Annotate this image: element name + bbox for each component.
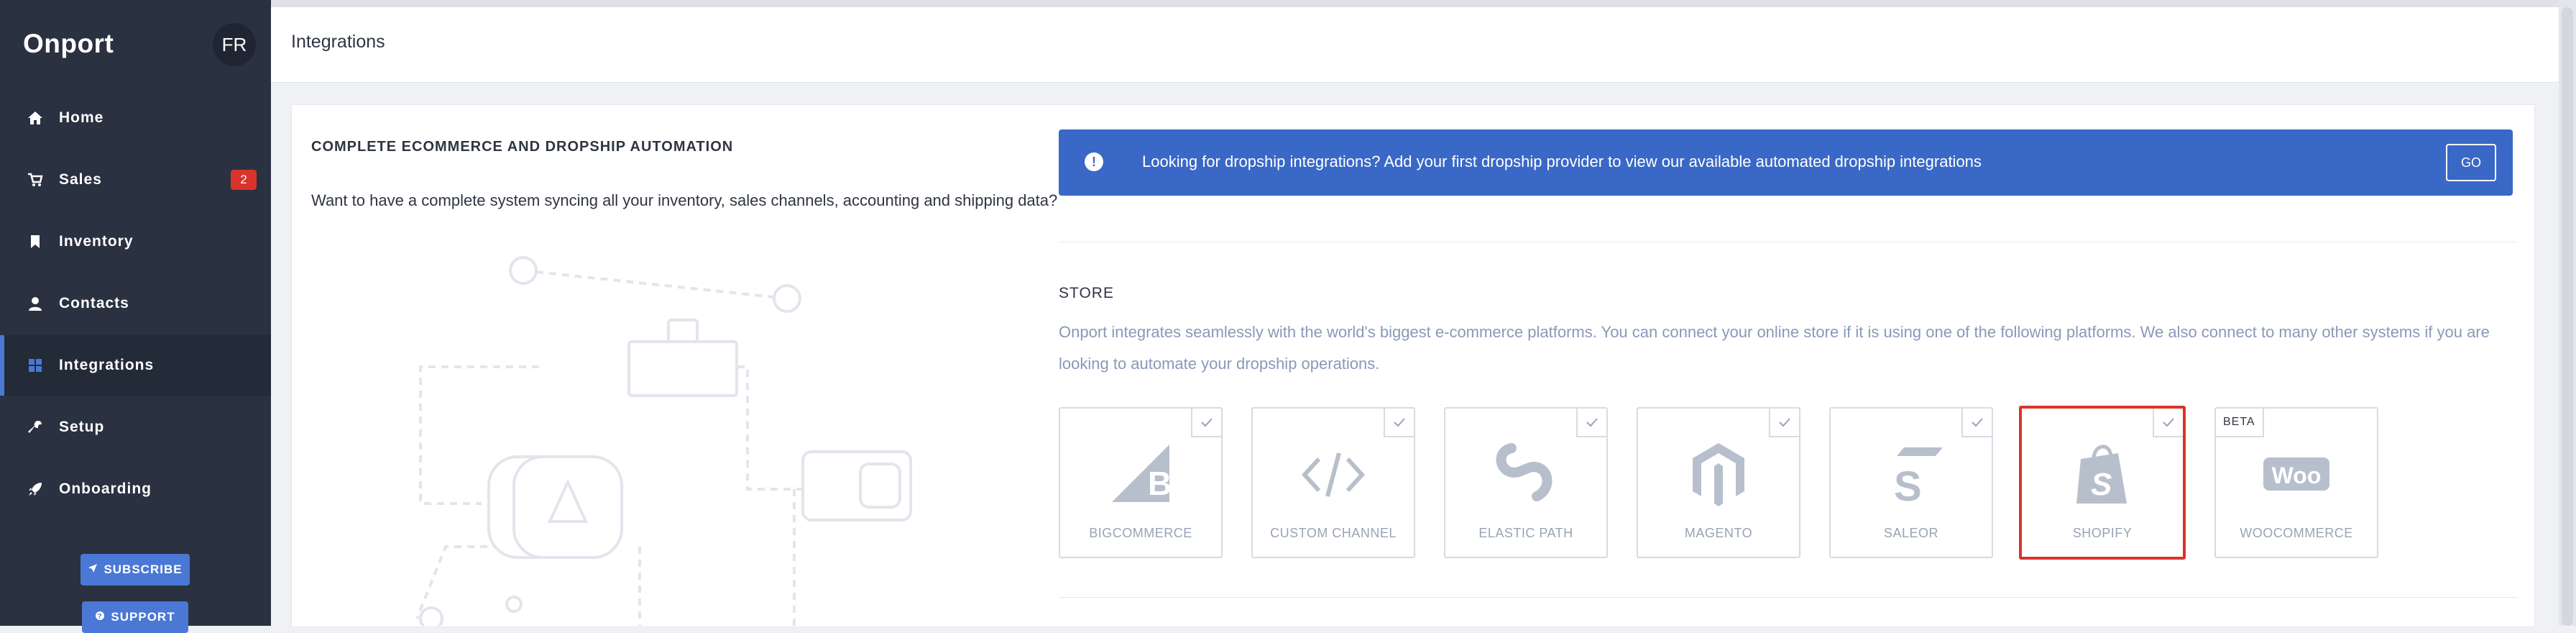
platform-label: WOOCOMMERCE (2240, 526, 2353, 540)
wrench-icon (26, 418, 45, 437)
platform-tile-woocommerce[interactable]: BETA Woo WOOCOMMERCE (2214, 407, 2378, 558)
sidebar-item-label: Home (59, 109, 104, 126)
sidebar-item-home[interactable]: Home (0, 88, 271, 148)
platform-tile-saleor[interactable]: S SALEOR (1829, 407, 1993, 558)
platform-label: ELASTIC PATH (1478, 526, 1573, 540)
user-icon (26, 294, 45, 313)
sidebar-item-label: Setup (59, 419, 105, 435)
bigcommerce-icon: B (1112, 445, 1172, 502)
platform-label: SHOPIFY (2072, 526, 2133, 540)
platform-tile-bigcommerce[interactable]: B BIGCOMMERCE (1059, 407, 1223, 558)
svg-text:B: B (1148, 465, 1172, 502)
svg-text:?: ? (98, 613, 103, 621)
platform-tile-shopify[interactable]: S SHOPIFY (2019, 406, 2186, 560)
beta-badge: BETA (2216, 409, 2264, 437)
integration-illustration (415, 256, 912, 626)
sidebar-item-label: Sales (59, 171, 102, 188)
check-icon (1769, 409, 1799, 437)
svg-text:Woo: Woo (2272, 463, 2322, 488)
magento-icon (1693, 443, 1744, 506)
page-header: Integrations (271, 7, 2559, 83)
sidebar-item-integrations[interactable]: Integrations (0, 335, 271, 396)
info-icon: ! (1085, 152, 1103, 171)
shopify-icon: S (2076, 445, 2127, 504)
support-label: SUPPORT (111, 610, 175, 624)
sidebar: Onport FR Home Sales 2 Inventory Contact… (0, 0, 271, 633)
check-icon (1384, 409, 1414, 437)
platform-tile-custom-channel[interactable]: CUSTOM CHANNEL (1251, 407, 1415, 558)
sidebar-item-label: Inventory (59, 233, 134, 250)
check-icon (1191, 409, 1221, 437)
window-top-edge (0, 0, 2576, 7)
support-button[interactable]: ? SUPPORT (82, 601, 188, 633)
platform-label: SALEOR (1883, 526, 1939, 540)
scrollbar-thumb[interactable] (2562, 7, 2573, 626)
svg-text:S: S (1894, 463, 1922, 509)
sidebar-item-label: Onboarding (59, 481, 152, 497)
send-icon (88, 563, 98, 577)
rocket-icon (26, 480, 45, 498)
home-icon (26, 109, 45, 127)
sidebar-item-onboarding[interactable]: Onboarding (0, 459, 271, 519)
platform-label: BIGCOMMERCE (1089, 526, 1192, 540)
bookmark-icon (26, 232, 45, 251)
sidebar-item-sales[interactable]: Sales 2 (0, 150, 271, 210)
sidebar-item-contacts[interactable]: Contacts (0, 273, 271, 334)
automation-heading: COMPLETE ECOMMERCE AND DROPSHIP AUTOMATI… (311, 139, 734, 155)
sidebar-item-inventory[interactable]: Inventory (0, 211, 271, 272)
section-divider (1059, 597, 2518, 598)
banner-text: Looking for dropship integrations? Add y… (1142, 152, 1982, 170)
store-section-title: STORE (1059, 285, 1114, 301)
go-button[interactable]: GO (2446, 144, 2496, 181)
subscribe-button[interactable]: SUBSCRIBE (80, 554, 190, 586)
brand-logo[interactable]: Onport (23, 29, 114, 59)
sidebar-item-label: Contacts (59, 295, 129, 311)
page-title: Integrations (291, 32, 385, 52)
woocommerce-icon: Woo (2263, 457, 2329, 491)
platform-label: MAGENTO (1684, 526, 1753, 540)
check-icon (1576, 409, 1606, 437)
store-description: Onport integrates seamlessly with the wo… (1059, 323, 2490, 373)
cart-icon (26, 170, 45, 189)
elastic-path-icon (1496, 443, 1552, 501)
automation-text: Want to have a complete system syncing a… (311, 191, 1058, 209)
check-icon (1961, 409, 1992, 437)
platform-tile-magento[interactable]: MAGENTO (1637, 407, 1800, 558)
grid-icon (26, 356, 45, 375)
svg-text:S: S (2091, 467, 2112, 502)
saleor-icon: S (1894, 447, 1943, 509)
subscribe-label: SUBSCRIBE (104, 563, 183, 576)
code-icon (1301, 452, 1366, 497)
check-icon (2153, 409, 2183, 437)
sidebar-item-setup[interactable]: Setup (0, 397, 271, 457)
help-icon: ? (95, 610, 105, 624)
scrollbar[interactable] (2559, 0, 2576, 626)
sidebar-item-label: Integrations (59, 357, 155, 373)
platform-tile-elastic-path[interactable]: ELASTIC PATH (1444, 407, 1608, 558)
dropship-info-banner: ! Looking for dropship integrations? Add… (1059, 129, 2513, 196)
platform-label: CUSTOM CHANNEL (1270, 526, 1397, 540)
sales-count-badge: 2 (231, 170, 257, 190)
user-avatar[interactable]: FR (213, 23, 256, 66)
